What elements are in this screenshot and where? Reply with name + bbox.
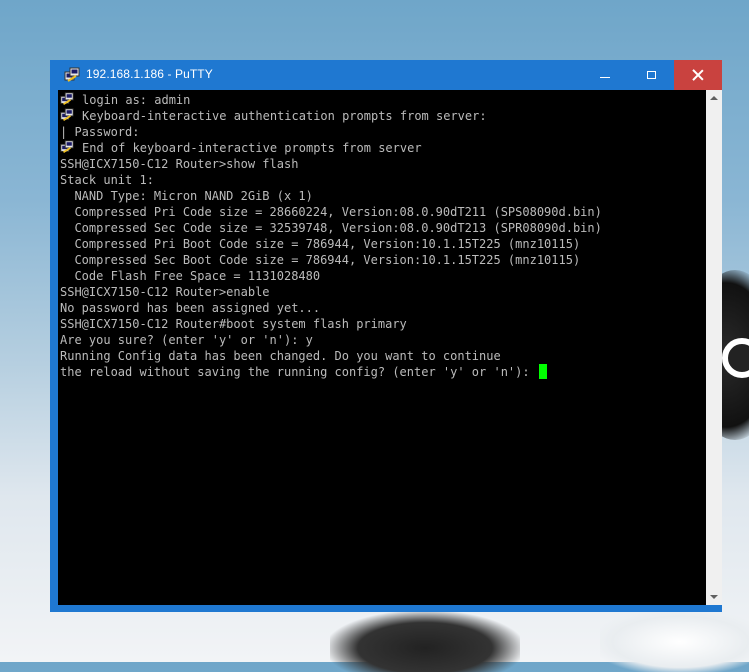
terminal-line: Compressed Sec Boot Code size = 786944, …	[60, 252, 580, 268]
terminal-line: the reload without saving the running co…	[60, 364, 547, 380]
terminal-line-text: Code Flash Free Space = 1131028480	[60, 269, 321, 283]
putty-window[interactable]: 192.168.1.186 - PuTTY login as: admin Key…	[50, 60, 722, 612]
putty-session-icon	[60, 108, 74, 122]
title-bar[interactable]: 192.168.1.186 - PuTTY	[50, 60, 722, 90]
terminal-line: Compressed Pri Code size = 28660224, Ver…	[60, 204, 602, 220]
wallpaper-shape-bottom	[330, 612, 520, 672]
terminal-line-text: No password has been assigned yet...	[60, 301, 321, 315]
terminal-line: SSH@ICX7150-C12 Router>show flash	[60, 156, 298, 172]
terminal-line: End of keyboard-interactive prompts from…	[60, 140, 422, 156]
close-button[interactable]	[674, 60, 722, 90]
terminal-line-text: End of keyboard-interactive prompts from…	[82, 141, 422, 155]
terminal-line: NAND Type: Micron NAND 2GiB (x 1)	[60, 188, 313, 204]
terminal-line-text: Stack unit 1:	[60, 173, 154, 187]
terminal-line-text: | Password:	[60, 125, 140, 139]
terminal-output[interactable]: login as: admin Keyboard-interactive auth…	[58, 90, 706, 605]
putty-session-icon	[60, 92, 74, 106]
terminal-line: Code Flash Free Space = 1131028480	[60, 268, 320, 284]
minimize-icon	[600, 76, 610, 78]
maximize-button[interactable]	[628, 60, 674, 90]
terminal-line-text: SSH@ICX7150-C12 Router#boot system flash…	[60, 317, 407, 331]
window-title: 192.168.1.186 - PuTTY	[86, 67, 213, 81]
putty-icon[interactable]	[64, 67, 80, 83]
arrow-down-icon	[710, 595, 718, 599]
wallpaper-highlight	[600, 612, 749, 672]
terminal-line-text: the reload without saving the running co…	[60, 365, 537, 379]
terminal-line-text: Keyboard-interactive authentication prom…	[82, 109, 487, 123]
terminal-line-text: Compressed Pri Code size = 28660224, Ver…	[60, 205, 602, 219]
terminal-line: Keyboard-interactive authentication prom…	[60, 108, 487, 124]
terminal-line: Running Config data has been changed. Do…	[60, 348, 501, 364]
maximize-icon	[646, 71, 656, 79]
vertical-scrollbar[interactable]	[706, 90, 722, 605]
close-icon	[692, 69, 704, 81]
text-cursor	[538, 364, 547, 379]
terminal-line: SSH@ICX7150-C12 Router#boot system flash…	[60, 316, 407, 332]
terminal-line-text: NAND Type: Micron NAND 2GiB (x 1)	[60, 189, 313, 203]
terminal-line: SSH@ICX7150-C12 Router>enable	[60, 284, 270, 300]
terminal-line-text: Compressed Sec Code size = 32539748, Ver…	[60, 221, 602, 235]
terminal-line-text: SSH@ICX7150-C12 Router>show flash	[60, 157, 299, 171]
scroll-up-button[interactable]	[706, 90, 722, 106]
terminal-line: | Password:	[60, 124, 139, 140]
terminal-line: No password has been assigned yet...	[60, 300, 320, 316]
putty-session-icon	[60, 140, 74, 154]
terminal-line-text: SSH@ICX7150-C12 Router>enable	[60, 285, 270, 299]
scroll-down-button[interactable]	[706, 589, 722, 605]
terminal-line: login as: admin	[60, 92, 190, 108]
scroll-track[interactable]	[706, 106, 722, 589]
terminal-line-text: Compressed Pri Boot Code size = 786944, …	[60, 237, 581, 251]
terminal-line-text: login as: admin	[82, 93, 191, 107]
terminal-line: Are you sure? (enter 'y' or 'n'): y	[60, 332, 313, 348]
terminal-line-text: Running Config data has been changed. Do…	[60, 349, 501, 363]
terminal-line: Compressed Sec Code size = 32539748, Ver…	[60, 220, 602, 236]
terminal-line-text: Compressed Sec Boot Code size = 786944, …	[60, 253, 581, 267]
terminal-line: Stack unit 1:	[60, 172, 154, 188]
terminal-line-text: Are you sure? (enter 'y' or 'n'): y	[60, 333, 313, 347]
arrow-up-icon	[710, 96, 718, 100]
minimize-button[interactable]	[582, 60, 628, 90]
terminal-line: Compressed Pri Boot Code size = 786944, …	[60, 236, 580, 252]
